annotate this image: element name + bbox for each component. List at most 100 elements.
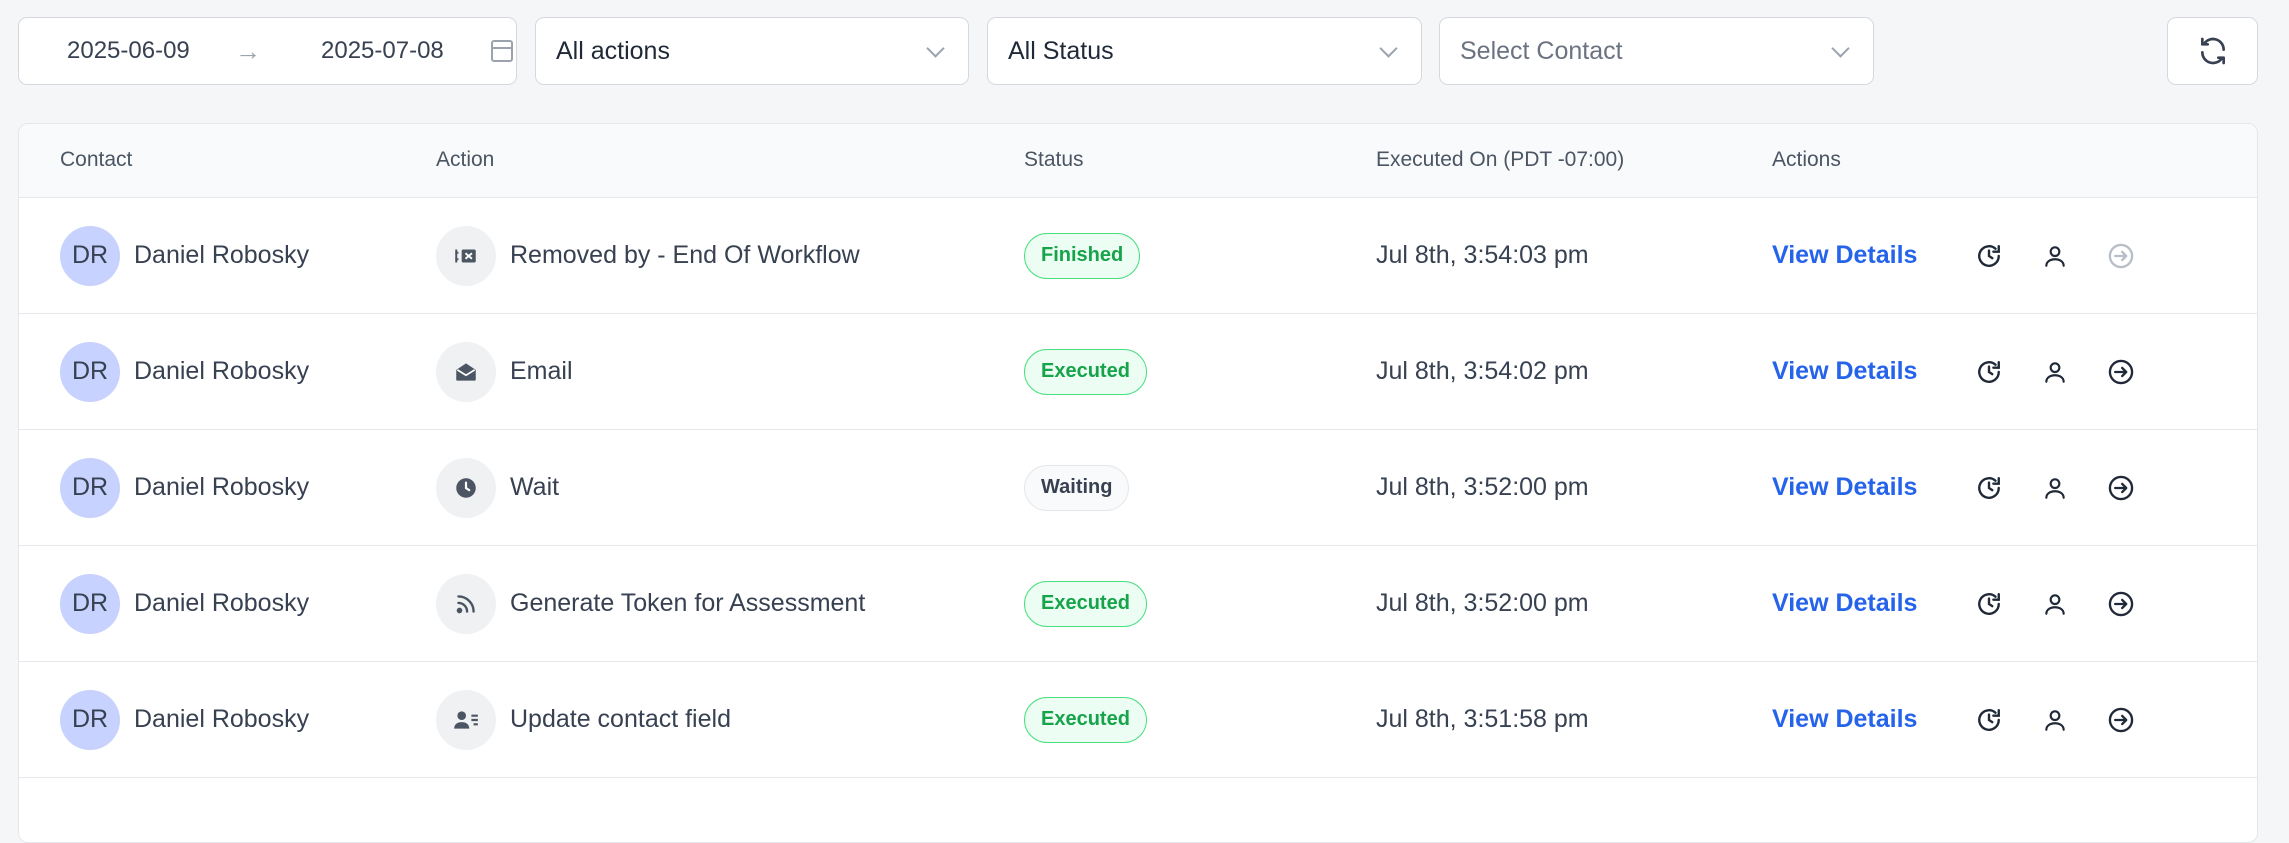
remove-workflow-icon	[436, 225, 496, 286]
action-name: Update contact field	[510, 705, 731, 733]
contact-card-icon	[436, 689, 496, 750]
avatar: DR	[60, 225, 120, 286]
action-name: Wait	[510, 473, 560, 501]
email-icon	[436, 341, 496, 402]
status-filter-select[interactable]: All Status	[987, 17, 1422, 85]
user-icon[interactable]	[2041, 358, 2069, 386]
refresh-icon	[2200, 37, 2225, 65]
row-actions: View Details	[1772, 662, 2173, 777]
contact-name[interactable]: Daniel Robosky	[134, 473, 309, 502]
contact-cell[interactable]: DR Daniel Robosky	[60, 430, 309, 545]
user-icon[interactable]	[2041, 242, 2069, 270]
row-actions: View Details	[1772, 546, 2173, 661]
clock-icon	[436, 457, 496, 518]
history-icon[interactable]	[1975, 590, 2003, 618]
start-date[interactable]: 2025-06-09	[67, 37, 227, 65]
contact-filter-select[interactable]: Select Contact	[1439, 17, 1874, 85]
date-range-picker[interactable]: 2025-06-09 → 2025-07-08	[18, 17, 517, 85]
header-status: Status	[1024, 148, 1084, 171]
contact-name[interactable]: Daniel Robosky	[134, 589, 309, 618]
contact-cell[interactable]: DR Daniel Robosky	[60, 546, 309, 661]
view-details-link[interactable]: View Details	[1772, 473, 1917, 502]
exit-icon[interactable]	[2107, 474, 2135, 502]
contact-filter-placeholder: Select Contact	[1460, 36, 1623, 65]
action-cell: Removed by - End Of Workflow	[436, 198, 860, 313]
header-action: Action	[436, 148, 495, 171]
avatar: DR	[60, 457, 120, 518]
table-row: DR Daniel Robosky Update contact field Exec…	[19, 662, 2257, 778]
header-contact: Contact	[60, 148, 133, 171]
executions-table: Contact Action Status Executed On (PDT -…	[18, 123, 2258, 843]
avatar: DR	[60, 573, 120, 634]
row-actions: View Details	[1772, 198, 2173, 313]
status-badge: Finished	[1024, 232, 1141, 279]
status-badge: Executed	[1024, 580, 1147, 627]
executed-on-cell: Jul 8th, 3:54:03 pm	[1376, 241, 1589, 269]
view-details-link[interactable]: View Details	[1772, 589, 1917, 618]
status-cell: Finished	[1024, 198, 1141, 313]
history-icon[interactable]	[1975, 242, 2003, 270]
contact-cell[interactable]: DR Daniel Robosky	[60, 314, 309, 429]
table-row: DR Daniel Robosky Email Executed Jul 8th, 3:…	[19, 314, 2257, 430]
history-icon[interactable]	[1975, 474, 2003, 502]
filter-bar: 2025-06-09 → 2025-07-08 All actions All …	[0, 0, 2289, 110]
contact-cell[interactable]: DR Daniel Robosky	[60, 662, 309, 777]
executed-on-cell: Jul 8th, 3:52:00 pm	[1376, 589, 1589, 617]
avatar: DR	[60, 341, 120, 402]
webhook-icon	[436, 573, 496, 634]
history-icon[interactable]	[1975, 358, 2003, 386]
row-actions: View Details	[1772, 430, 2173, 545]
contact-name[interactable]: Daniel Robosky	[134, 241, 309, 270]
table-header: Contact Action Status Executed On (PDT -…	[19, 124, 2257, 198]
user-icon[interactable]	[2041, 590, 2069, 618]
status-cell: Waiting	[1024, 430, 1130, 545]
view-details-link[interactable]: View Details	[1772, 705, 1917, 734]
exit-icon[interactable]	[2107, 706, 2135, 734]
exit-icon[interactable]	[2107, 242, 2135, 270]
action-name: Generate Token for Assessment	[510, 589, 866, 617]
refresh-button[interactable]	[2167, 17, 2258, 85]
exit-icon[interactable]	[2107, 358, 2135, 386]
arrow-right-icon: →	[235, 35, 261, 66]
status-badge: Executed	[1024, 696, 1147, 743]
chevron-down-icon	[1831, 39, 1850, 58]
table-row: DR Daniel Robosky Removed by - End Of Work…	[19, 198, 2257, 314]
contact-name[interactable]: Daniel Robosky	[134, 357, 309, 386]
contact-name[interactable]: Daniel Robosky	[134, 705, 309, 734]
actions-filter-select[interactable]: All actions	[535, 17, 969, 85]
executed-on-cell: Jul 8th, 3:54:02 pm	[1376, 357, 1589, 385]
actions-filter-value: All actions	[556, 36, 670, 65]
table-body: DR Daniel Robosky Removed by - End Of Work…	[19, 198, 2257, 778]
chevron-down-icon	[926, 39, 945, 58]
table-row: DR Daniel Robosky Generate Token for Asses…	[19, 546, 2257, 662]
action-cell: Update contact field	[436, 662, 731, 777]
action-name: Removed by - End Of Workflow	[510, 241, 860, 269]
status-cell: Executed	[1024, 314, 1147, 429]
action-name: Email	[510, 357, 573, 385]
status-badge: Executed	[1024, 348, 1147, 395]
row-actions: View Details	[1772, 314, 2173, 429]
status-cell: Executed	[1024, 546, 1147, 661]
status-filter-value: All Status	[1008, 36, 1114, 65]
user-icon[interactable]	[2041, 474, 2069, 502]
calendar-icon	[491, 40, 513, 62]
action-cell: Wait	[436, 430, 559, 545]
view-details-link[interactable]: View Details	[1772, 357, 1917, 386]
header-actions: Actions	[1772, 148, 1841, 171]
end-date[interactable]: 2025-07-08	[321, 37, 471, 65]
chevron-down-icon	[1379, 39, 1398, 58]
table-row: DR Daniel Robosky Wait Waiting Jul 8th, 3:52…	[19, 430, 2257, 546]
avatar: DR	[60, 689, 120, 750]
status-cell: Executed	[1024, 662, 1147, 777]
action-cell: Generate Token for Assessment	[436, 546, 865, 661]
header-executed-on: Executed On (PDT -07:00)	[1376, 148, 1625, 171]
user-icon[interactable]	[2041, 706, 2069, 734]
action-cell: Email	[436, 314, 573, 429]
view-details-link[interactable]: View Details	[1772, 241, 1917, 270]
executed-on-cell: Jul 8th, 3:52:00 pm	[1376, 473, 1589, 501]
executed-on-cell: Jul 8th, 3:51:58 pm	[1376, 705, 1589, 733]
exit-icon[interactable]	[2107, 590, 2135, 618]
contact-cell[interactable]: DR Daniel Robosky	[60, 198, 309, 313]
history-icon[interactable]	[1975, 706, 2003, 734]
status-badge: Waiting	[1024, 464, 1130, 511]
